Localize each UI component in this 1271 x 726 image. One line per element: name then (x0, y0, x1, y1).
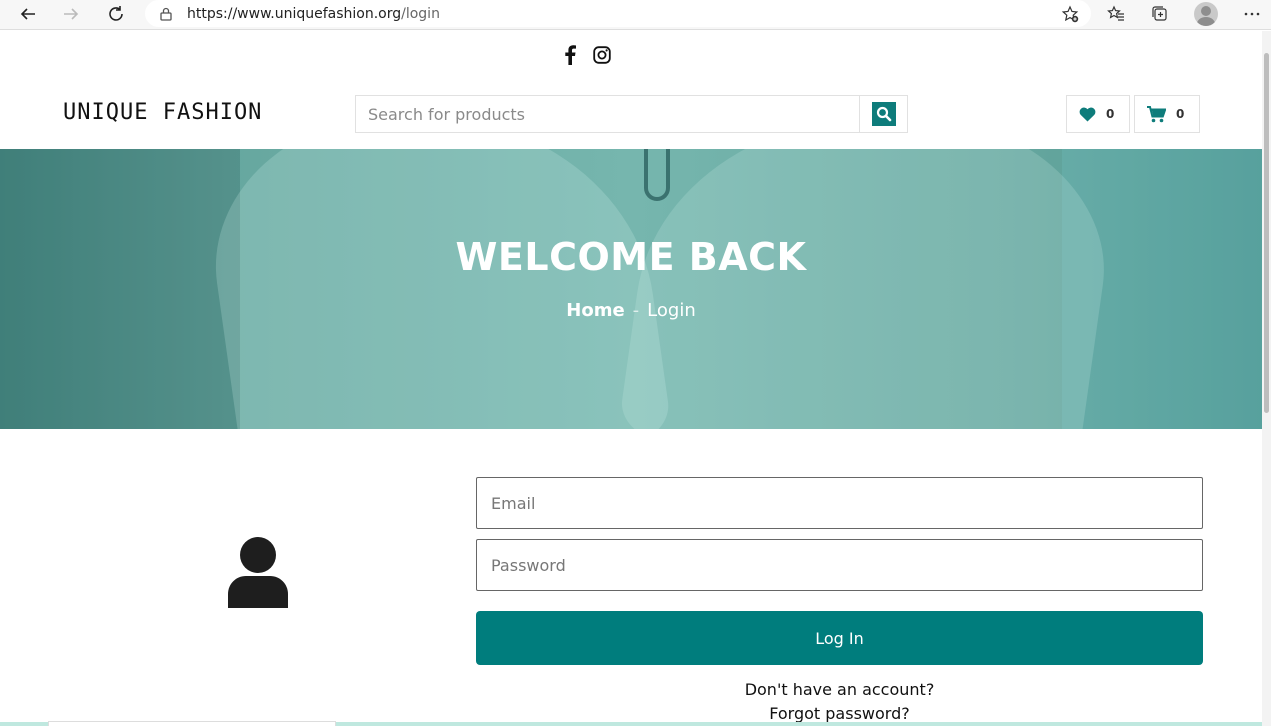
wishlist-count: 0 (1106, 107, 1115, 121)
password-field[interactable] (476, 539, 1203, 591)
breadcrumb-home[interactable]: Home (566, 300, 624, 321)
wishlist-button[interactable]: 0 (1066, 95, 1130, 133)
more-button[interactable] (1242, 4, 1262, 24)
scrollbar[interactable] (1262, 31, 1271, 726)
forward-icon (64, 8, 79, 20)
back-icon (20, 8, 35, 20)
facebook-link[interactable] (560, 43, 580, 67)
favorites-button[interactable] (1106, 4, 1126, 24)
breadcrumb-current: Login (647, 300, 696, 321)
cart-button[interactable]: 0 (1134, 95, 1200, 133)
signup-link[interactable]: Don't have an account? (476, 680, 1203, 699)
site-logo[interactable]: UNIQUE FASHION (63, 100, 262, 125)
user-icon (228, 537, 288, 608)
url-text: https://www.uniquefashion.org/login (187, 5, 440, 22)
profile-icon[interactable] (1194, 2, 1218, 26)
search-input[interactable] (356, 96, 859, 132)
email-field[interactable] (476, 477, 1203, 529)
facebook-icon (565, 45, 576, 65)
login-button[interactable]: Log In (476, 611, 1203, 665)
collections-icon (1152, 6, 1167, 21)
reload-icon (109, 6, 123, 21)
cart-icon (1147, 105, 1166, 122)
hero-banner: WELCOME BACK Home - Login (0, 149, 1262, 429)
cart-count: 0 (1176, 107, 1185, 121)
search-bar (355, 95, 908, 133)
search-button[interactable] (859, 96, 907, 132)
browser-toolbar: https://www.uniquefashion.org/login (0, 0, 1271, 30)
instagram-icon (593, 46, 611, 64)
reload-button[interactable] (99, 0, 133, 28)
breadcrumb: Home - Login (566, 300, 696, 321)
page-title: WELCOME BACK (455, 235, 807, 279)
address-bar[interactable]: https://www.uniquefashion.org/login (145, 0, 1091, 27)
hero-background-image (644, 149, 670, 201)
favorite-add-icon[interactable] (1061, 5, 1079, 23)
more-icon (1244, 12, 1260, 16)
forward-button[interactable] (54, 0, 88, 28)
social-links (560, 43, 612, 67)
heart-icon (1079, 107, 1096, 121)
lock-icon (160, 7, 172, 21)
instagram-link[interactable] (592, 43, 612, 67)
favorites-icon (1107, 5, 1124, 21)
bottom-tab (48, 721, 336, 726)
search-icon (876, 106, 891, 122)
forgot-password-link[interactable]: Forgot password? (476, 704, 1203, 723)
collections-button[interactable] (1150, 4, 1170, 24)
back-button[interactable] (11, 0, 45, 28)
